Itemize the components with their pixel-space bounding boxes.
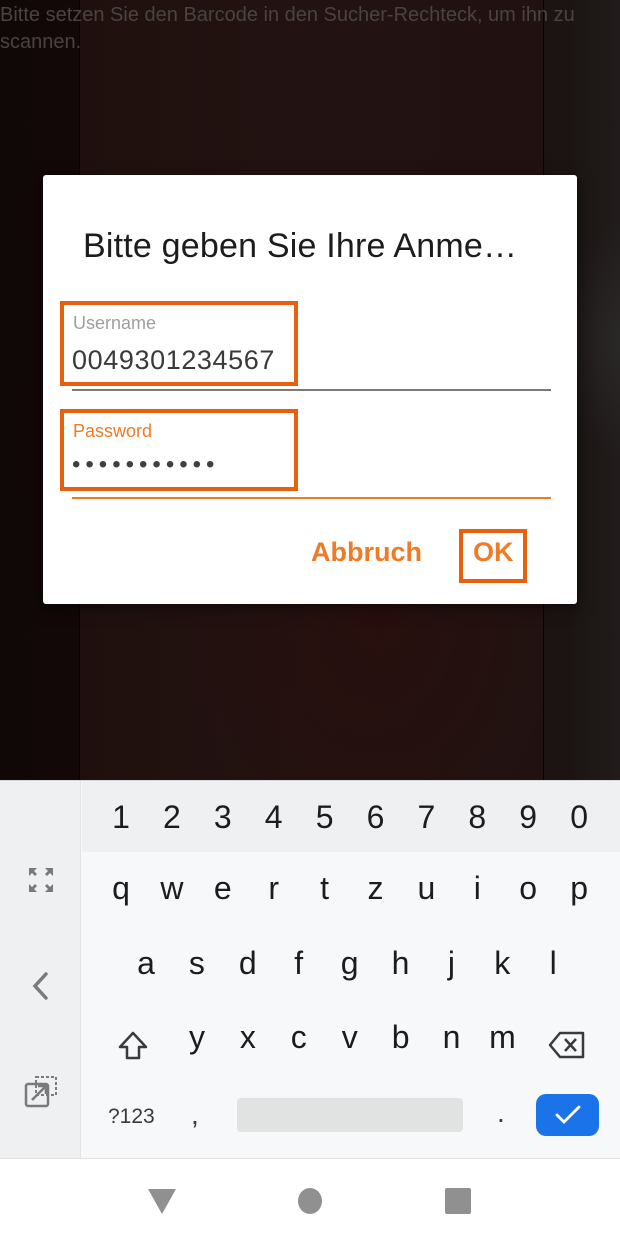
username-field[interactable]: Username 0049301234567 — [72, 305, 551, 391]
space-bar[interactable] — [237, 1098, 463, 1132]
password-field[interactable]: Password ••••••••••• — [72, 413, 551, 499]
keyboard-side-panel — [0, 781, 81, 1159]
recents-button[interactable] — [444, 1187, 472, 1220]
key-u[interactable]: u — [401, 870, 451, 907]
key-y[interactable]: y — [172, 1019, 222, 1056]
key-b[interactable]: b — [376, 1019, 426, 1056]
key-0[interactable]: 0 — [554, 799, 604, 836]
key-8[interactable]: 8 — [452, 799, 502, 836]
key-2[interactable]: 2 — [147, 799, 197, 836]
key-z[interactable]: z — [351, 870, 401, 907]
back-triangle-icon — [148, 1189, 176, 1214]
key-t[interactable]: t — [300, 870, 350, 907]
backspace-key[interactable] — [548, 1030, 586, 1060]
key-e[interactable]: e — [198, 870, 248, 907]
chevron-left-icon[interactable] — [20, 965, 62, 1007]
username-label: Username — [73, 313, 157, 333]
expand-icon[interactable] — [20, 859, 62, 901]
shift-key[interactable] — [116, 1029, 150, 1063]
key-h[interactable]: h — [376, 945, 426, 982]
checkmark-icon — [555, 1105, 580, 1124]
key-c[interactable]: c — [274, 1019, 324, 1056]
key-j[interactable]: j — [426, 945, 476, 982]
dialog-title: Bitte geben Sie Ihre Anme… — [83, 227, 518, 265]
key-v[interactable]: v — [325, 1019, 375, 1056]
back-button[interactable] — [147, 1187, 177, 1220]
home-circle-icon — [298, 1188, 322, 1214]
key-q[interactable]: q — [96, 870, 146, 907]
enter-key[interactable] — [536, 1094, 599, 1136]
key-d[interactable]: d — [223, 945, 273, 982]
key-f[interactable]: f — [274, 945, 324, 982]
key-n[interactable]: n — [427, 1019, 477, 1056]
key-g[interactable]: g — [325, 945, 375, 982]
scan-hint-text: Bitte setzen Sie den Barcode in den Such… — [0, 4, 575, 53]
cancel-button[interactable]: Abbruch — [311, 537, 422, 568]
key-k[interactable]: k — [477, 945, 527, 982]
ok-button[interactable]: OK — [473, 537, 514, 568]
password-underline — [72, 497, 551, 499]
key-6[interactable]: 6 — [351, 799, 401, 836]
backspace-icon — [548, 1031, 585, 1059]
period-key[interactable]: . — [497, 1097, 505, 1129]
login-dialog: Bitte geben Sie Ihre Anme… Username 0049… — [43, 175, 577, 604]
key-a[interactable]: a — [121, 945, 171, 982]
key-p[interactable]: p — [554, 870, 604, 907]
key-m[interactable]: m — [477, 1019, 527, 1056]
key-r[interactable]: r — [249, 870, 299, 907]
key-3[interactable]: 3 — [198, 799, 248, 836]
key-4[interactable]: 4 — [249, 799, 299, 836]
soft-keyboard: ?123 , . 1234567890 qwertzuiop asdfghjkl yx… — [0, 780, 620, 1159]
password-label: Password — [73, 421, 153, 441]
system-nav-bar — [0, 1158, 620, 1240]
key-1[interactable]: 1 — [96, 799, 146, 836]
floating-keyboard-icon[interactable] — [20, 1071, 62, 1113]
comma-key[interactable]: , — [191, 1099, 199, 1131]
shift-icon — [118, 1031, 148, 1060]
key-l[interactable]: l — [528, 945, 578, 982]
key-x[interactable]: x — [223, 1019, 273, 1056]
username-underline — [72, 389, 551, 391]
home-button[interactable] — [297, 1187, 323, 1220]
recents-square-icon — [445, 1188, 471, 1214]
username-input[interactable]: 0049301234567 — [72, 345, 275, 376]
key-5[interactable]: 5 — [300, 799, 350, 836]
key-7[interactable]: 7 — [401, 799, 451, 836]
password-input[interactable]: ••••••••••• — [72, 451, 219, 479]
key-9[interactable]: 9 — [503, 799, 553, 836]
key-w[interactable]: w — [147, 870, 197, 907]
key-o[interactable]: o — [503, 870, 553, 907]
symbols-key[interactable]: ?123 — [108, 1105, 155, 1129]
key-i[interactable]: i — [452, 870, 502, 907]
key-s[interactable]: s — [172, 945, 222, 982]
